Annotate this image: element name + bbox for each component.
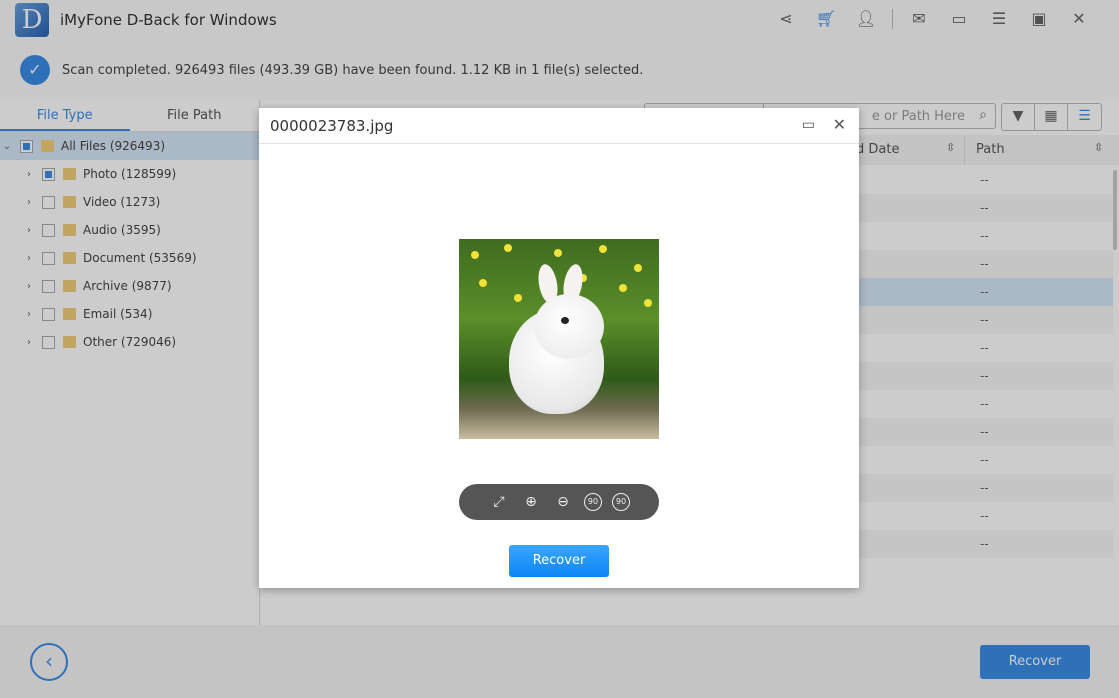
fit-screen-icon[interactable]: ⤢ — [488, 491, 510, 513]
rotate-right-icon[interactable]: 90 — [612, 493, 630, 511]
zoom-in-icon[interactable]: ⊕ — [520, 491, 542, 513]
preview-dialog: 0000023783.jpg ▭ ✕ ⤢ ⊕ ⊖ 90 90 Recover — [259, 108, 859, 588]
rotate-left-icon[interactable]: 90 — [584, 493, 602, 511]
preview-filename: 0000023783.jpg — [270, 117, 394, 135]
zoom-out-icon[interactable]: ⊖ — [552, 491, 574, 513]
close-icon[interactable]: ✕ — [833, 115, 846, 134]
preview-recover-button[interactable]: Recover — [509, 545, 609, 577]
preview-image — [459, 239, 659, 439]
image-toolbar: ⤢ ⊕ ⊖ 90 90 — [459, 484, 659, 520]
maximize-icon[interactable]: ▭ — [802, 117, 815, 133]
